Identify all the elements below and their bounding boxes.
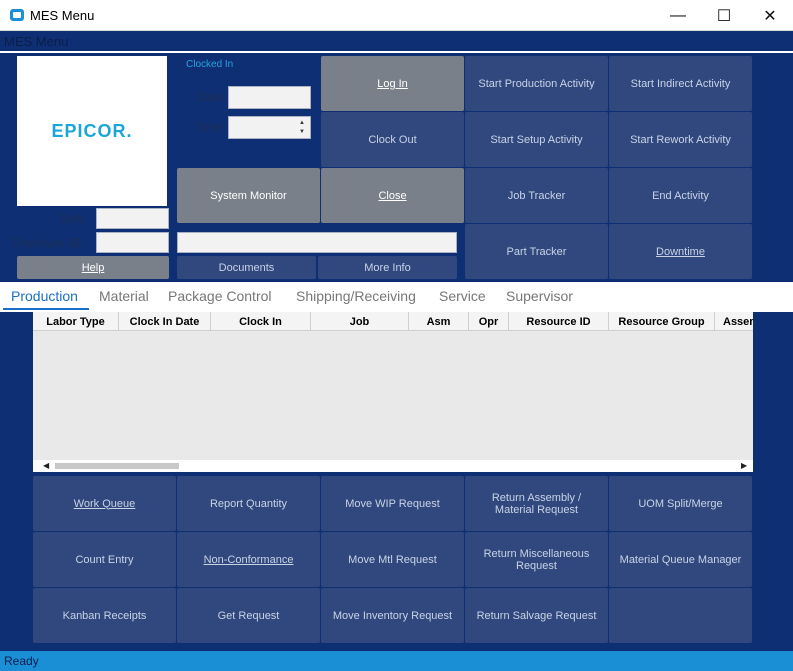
employee-id-field[interactable] <box>96 232 169 253</box>
maximize-button[interactable]: ☐ <box>701 0 747 31</box>
scroll-thumb[interactable] <box>55 463 179 469</box>
tab-strip: Production Material Package Control Ship… <box>0 282 793 312</box>
downtime-button[interactable]: Downtime <box>609 224 752 279</box>
time-spinner[interactable]: ▲ ▼ <box>295 118 309 137</box>
tab-supervisor[interactable]: Supervisor <box>506 288 573 304</box>
column-header[interactable]: Assem <box>715 312 753 331</box>
uom-split-merge-button[interactable]: UOM Split/Merge <box>609 476 752 531</box>
move-mtl-button[interactable]: Move Mtl Request <box>321 532 464 587</box>
date-field[interactable] <box>228 86 311 109</box>
column-header[interactable]: Asm <box>409 312 469 331</box>
more-info-button[interactable]: More Info <box>318 256 457 279</box>
status-bar: Ready <box>0 651 793 671</box>
tab-package-control[interactable]: Package Control <box>168 288 272 304</box>
return-misc-button[interactable]: Return Miscellaneous Request <box>465 532 608 587</box>
menu-label[interactable]: MES Menu <box>4 34 68 49</box>
column-header[interactable]: Clock In <box>211 312 311 331</box>
maximize-icon: ☐ <box>716 7 732 25</box>
column-header[interactable]: Opr <box>469 312 509 331</box>
material-queue-button[interactable]: Material Queue Manager <box>609 532 752 587</box>
start-rework-button[interactable]: Start Rework Activity <box>609 112 752 167</box>
grid-header: Labor Type Clock In Date Clock In Job As… <box>33 312 753 331</box>
get-request-button[interactable]: Get Request <box>177 588 320 643</box>
shift-label: Shift: <box>59 212 87 226</box>
clocked-in-status: Clocked In <box>186 59 234 70</box>
menu-bar: MES Menu <box>0 31 793 52</box>
move-inventory-button[interactable]: Move Inventory Request <box>321 588 464 643</box>
close-icon: ✕ <box>763 7 777 25</box>
system-monitor-button[interactable]: System Monitor <box>177 168 320 223</box>
date-label: Date: <box>198 90 227 104</box>
close-button[interactable]: Close <box>321 168 464 223</box>
work-queue-button[interactable]: Work Queue <box>33 476 176 531</box>
column-header[interactable]: Resource ID <box>509 312 609 331</box>
clock-out-button[interactable]: Clock Out <box>321 112 464 167</box>
scroll-left-icon[interactable]: ◀ <box>43 461 49 470</box>
column-header[interactable]: Job <box>311 312 409 331</box>
menu-divider <box>0 51 793 53</box>
main-window: MES Menu EPICOR. Clocked In Date: Time: … <box>0 31 793 651</box>
spin-down-icon[interactable]: ▼ <box>299 129 305 135</box>
end-activity-button[interactable]: End Activity <box>609 168 752 223</box>
company-logo: EPICOR. <box>17 56 167 206</box>
tab-service[interactable]: Service <box>439 288 486 304</box>
start-setup-button[interactable]: Start Setup Activity <box>465 112 608 167</box>
minimize-icon: — <box>670 6 686 24</box>
return-salvage-button[interactable]: Return Salvage Request <box>465 588 608 643</box>
scroll-right-icon[interactable]: ▶ <box>741 461 747 470</box>
help-button[interactable]: Help <box>17 256 169 279</box>
employee-id-label: Employee ID: <box>12 236 85 250</box>
logo-text: EPICOR. <box>51 120 133 141</box>
log-in-button[interactable]: Log In <box>321 56 464 111</box>
column-header[interactable]: Resource Group <box>609 312 715 331</box>
active-tab-indicator <box>3 308 89 310</box>
employee-name-field <box>177 232 457 253</box>
move-wip-button[interactable]: Move WIP Request <box>321 476 464 531</box>
horizontal-scrollbar[interactable]: ◀ ▶ <box>33 460 753 472</box>
report-quantity-button[interactable]: Report Quantity <box>177 476 320 531</box>
kanban-receipts-button[interactable]: Kanban Receipts <box>33 588 176 643</box>
tab-production[interactable]: Production <box>11 288 78 304</box>
close-window-button[interactable]: ✕ <box>747 0 793 31</box>
title-bar: MES Menu — ☐ ✕ <box>0 0 793 31</box>
column-header[interactable]: Labor Type <box>33 312 119 331</box>
job-tracker-button[interactable]: Job Tracker <box>465 168 608 223</box>
window-title: MES Menu <box>30 8 95 23</box>
return-assembly-button[interactable]: Return Assembly / Material Request <box>465 476 608 531</box>
spin-up-icon[interactable]: ▲ <box>299 120 305 126</box>
column-header[interactable]: Clock In Date <box>119 312 211 331</box>
tab-shipping-receiving[interactable]: Shipping/Receiving <box>296 288 416 304</box>
tab-material[interactable]: Material <box>99 288 149 304</box>
count-entry-button[interactable]: Count Entry <box>33 532 176 587</box>
empty-action-slot <box>609 588 752 643</box>
time-field[interactable]: ▲ ▼ <box>228 116 311 139</box>
start-indirect-button[interactable]: Start Indirect Activity <box>609 56 752 111</box>
start-production-button[interactable]: Start Production Activity <box>465 56 608 111</box>
time-label: Time: <box>196 120 226 134</box>
app-icon <box>10 9 24 21</box>
status-text: Ready <box>4 654 39 668</box>
activity-grid[interactable]: Labor Type Clock In Date Clock In Job As… <box>33 312 753 472</box>
part-tracker-button[interactable]: Part Tracker <box>465 224 608 279</box>
minimize-button[interactable]: — <box>655 0 701 31</box>
documents-button[interactable]: Documents <box>177 256 316 279</box>
shift-field[interactable] <box>96 208 169 229</box>
non-conformance-button[interactable]: Non-Conformance <box>177 532 320 587</box>
